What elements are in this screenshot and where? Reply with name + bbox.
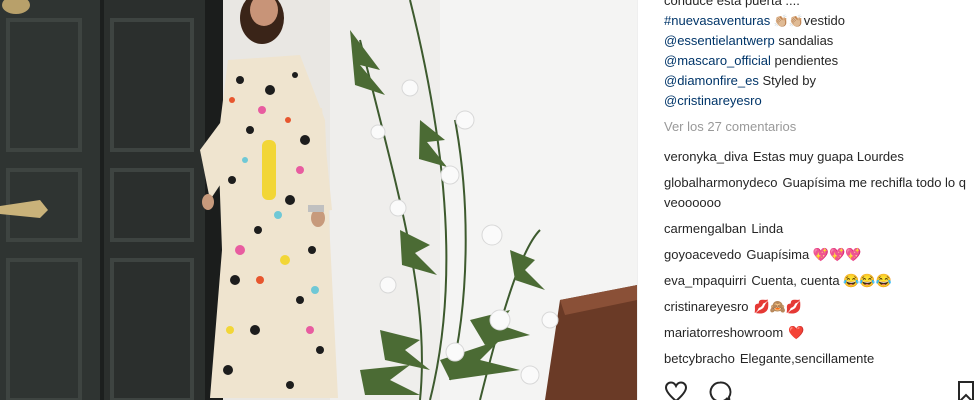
comment-text: Guapísima 💖💖💖 [746, 247, 862, 262]
comment-text: Elegante,sencillamente [739, 351, 875, 366]
post-caption: conduce esta puerta .... #nuevasaventura… [664, 0, 974, 111]
comment-username[interactable]: eva_mpaquirri [664, 273, 746, 288]
comment-bubble-icon [709, 381, 732, 400]
caption-line: conduce esta puerta .... [664, 0, 974, 11]
comment-username[interactable]: globalharmonydeco [664, 175, 777, 190]
caption-text: vestido [803, 13, 845, 28]
comment-text: Estas muy guapa Lourdes [752, 149, 904, 164]
comment-username[interactable]: betcybracho [664, 351, 735, 366]
comment-item: eva_mpaquirri Cuenta, cuenta 😂😂😂 [664, 271, 976, 291]
comment-item: cristinareyesro 💋🙈💋 [664, 297, 976, 317]
comment-username[interactable]: mariatorreshowroom [664, 325, 783, 340]
comment-text: Linda [751, 221, 784, 236]
clap-emoji: 👏🏼👏🏼 [773, 14, 804, 28]
heart-outline-icon [664, 381, 688, 400]
caption-text: sandalias [774, 33, 834, 48]
comment-item: mariatorreshowroom ❤️ [664, 323, 976, 343]
comment-item: goyoacevedo Guapísima 💖💖💖 [664, 245, 976, 265]
caption-line: @essentielantwerp sandalias [664, 31, 974, 51]
photo-illustration [0, 0, 637, 400]
comment-text: ❤️ [788, 325, 805, 340]
caption-line: #nuevasaventuras 👏🏼👏🏼vestido [664, 11, 974, 31]
comment-text: 💋🙈💋 [753, 299, 803, 314]
save-button[interactable] [954, 380, 978, 400]
comment-list: veronyka_diva Estas muy guapa Lourdes glo… [664, 147, 976, 375]
caption-line: @diamonfire_es Styled by [664, 71, 974, 91]
comment-item: betcybracho Elegante,sencillamente [664, 349, 976, 369]
mention-link[interactable]: @diamonfire_es [664, 73, 759, 88]
post-photo[interactable] [0, 0, 637, 400]
mention-link[interactable]: @essentielantwerp [664, 33, 775, 48]
caption-text: conduce esta puerta .... [664, 0, 800, 8]
comment-username[interactable]: cristinareyesro [664, 299, 749, 314]
post-actions [664, 380, 976, 400]
caption-text: Styled by [758, 73, 816, 88]
like-button[interactable] [664, 380, 688, 400]
comment-item: carmengalban Linda [664, 219, 976, 239]
comment-button[interactable] [708, 380, 732, 400]
hashtag-link[interactable]: #nuevasaventuras [664, 13, 770, 28]
mention-link[interactable]: @mascaro_official [664, 53, 771, 68]
caption-text: pendientes [770, 53, 839, 68]
view-all-comments-link[interactable]: Ver los 27 comentarios [664, 119, 796, 134]
comment-text: Cuenta, cuenta 😂😂😂 [751, 273, 892, 288]
caption-line: @cristinareyesro [664, 91, 974, 111]
caption-line: @mascaro_official pendientes [664, 51, 974, 71]
comment-username[interactable]: veronyka_diva [664, 149, 748, 164]
post-sidebar: conduce esta puerta .... #nuevasaventura… [637, 0, 980, 400]
bookmark-icon [958, 381, 974, 400]
comment-item: globalharmonydeco Guapísima me rechifla t… [664, 173, 976, 213]
comment-username[interactable]: goyoacevedo [664, 247, 741, 262]
mention-link[interactable]: @cristinareyesro [664, 93, 762, 108]
comment-username[interactable]: carmengalban [664, 221, 746, 236]
comment-item: veronyka_diva Estas muy guapa Lourdes [664, 147, 976, 167]
